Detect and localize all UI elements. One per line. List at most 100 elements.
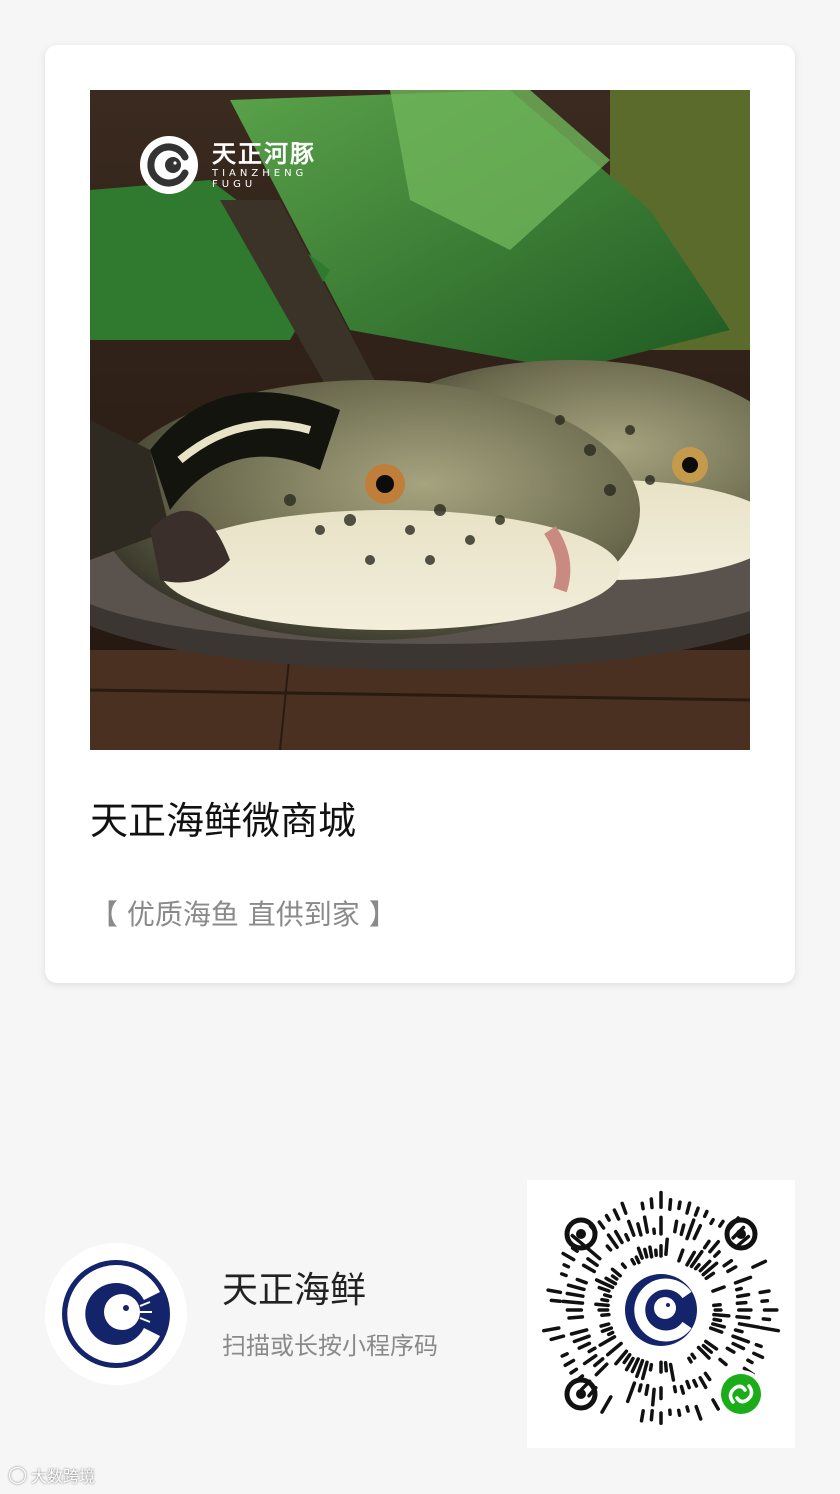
watermark-text: 大数跨境 [31,1467,96,1486]
qr-ray [559,1272,568,1278]
qr-ray [549,1298,562,1303]
qr-ray [698,1376,708,1390]
qr-ray [546,1288,563,1295]
qr-ray [600,1297,610,1303]
qr-ray [735,1314,751,1320]
qr-ray [549,1334,566,1342]
qr-ray [622,1352,632,1365]
shop-name: 天正海鲜 [222,1270,367,1311]
qr-ray [561,1299,585,1305]
qr-ray [761,1317,772,1322]
qr-ray [758,1289,771,1295]
brand-name-en: TIANZHENG [212,168,308,179]
qr-ray [679,1384,686,1395]
qr-ray [754,1342,763,1349]
qr-ray [711,1398,720,1411]
qr-ray [610,1274,619,1281]
qr-ray [709,1217,715,1226]
pufferfish-logo-icon [140,136,198,194]
qr-ray [664,1237,669,1257]
qr-ray [685,1201,692,1215]
qr-ray [594,1362,609,1377]
qr-ray [718,1357,728,1367]
qr-ray [587,1346,597,1354]
qr-ray [565,1291,585,1298]
shop-avatar[interactable] [45,1243,187,1385]
qr-ray [693,1262,701,1271]
qr-ray [600,1395,613,1414]
qr-ray [598,1335,617,1347]
qr-ray [606,1233,619,1250]
qr-ray [712,1317,723,1323]
qr-ray [649,1197,654,1210]
qr-ray [636,1222,643,1237]
qr-ray [613,1229,624,1245]
qr-ray [560,1352,569,1358]
qr-ray [586,1257,599,1268]
qr-ray [759,1325,781,1333]
qr-ray [708,1326,724,1334]
qr-ray [663,1360,669,1373]
mini-program-code[interactable] [527,1180,795,1448]
qr-ray [604,1213,611,1222]
qr-ray [620,1201,628,1215]
qr-ray [581,1263,597,1274]
watermark: ◯ 大数跨境 [8,1463,95,1487]
qr-ray [597,1285,611,1293]
qr-ray [708,1239,721,1254]
qr-ray [677,1248,685,1263]
qr-ray [640,1360,649,1381]
qr-ray [562,1263,571,1269]
qr-ray [687,1356,693,1364]
qr-ray [634,1255,641,1265]
qr-ray [673,1219,679,1234]
pufferfish-logo-icon [62,1260,170,1368]
qr-ray [566,1283,586,1292]
qr-ray [760,1298,770,1303]
qr-ray [672,1385,678,1394]
qr-ray [711,1285,726,1293]
qr-ray [692,1223,703,1241]
qr-ray [542,1326,561,1333]
qr-ray [620,1262,627,1270]
qr-ray [569,1367,579,1375]
qr-ray [600,1312,611,1317]
qr-ray [637,1383,643,1393]
qr-ray [718,1219,725,1228]
product-photo: 天正河豚 TIANZHENG FUGU [90,90,750,750]
qr-ray [624,1232,631,1242]
qr-ray [746,1358,754,1365]
qr-ray [726,1265,738,1274]
qr-ray [640,1201,645,1211]
qr-ray [582,1353,598,1366]
qr-ray [612,1208,621,1221]
qr-ray [575,1277,588,1285]
qr-ray [599,1322,611,1328]
qr-ray [685,1405,690,1413]
qr-ray [737,1322,761,1329]
qr-ray [605,1244,613,1252]
qr-ray [594,1302,610,1308]
qr-ray [625,1381,637,1404]
qr-ray [722,1258,734,1268]
qr-ray [733,1328,744,1334]
qr-ray [692,1378,699,1388]
qr-ray [702,1209,709,1219]
qr-ray [693,1206,700,1217]
card-subtitle: 【 优质海鱼 直供到家 】 [90,898,397,931]
qr-ray [644,1383,650,1397]
scan-hint: 扫描或长按小程序码 [222,1332,438,1360]
qr-ray [735,1292,751,1299]
brand-logo: 天正河豚 TIANZHENG FUGU [140,136,316,194]
qr-ray [600,1326,614,1334]
qr-ray [731,1341,746,1351]
qr-ray [630,1257,637,1266]
qr-ray [602,1293,613,1299]
qr-ray [734,1286,743,1292]
qr-ray [685,1218,696,1241]
qr-ray [650,1387,656,1407]
qr-ray [643,1247,649,1259]
qr-ray [702,1239,711,1250]
qr-ray [642,1215,650,1234]
qr-ray [597,1220,606,1230]
